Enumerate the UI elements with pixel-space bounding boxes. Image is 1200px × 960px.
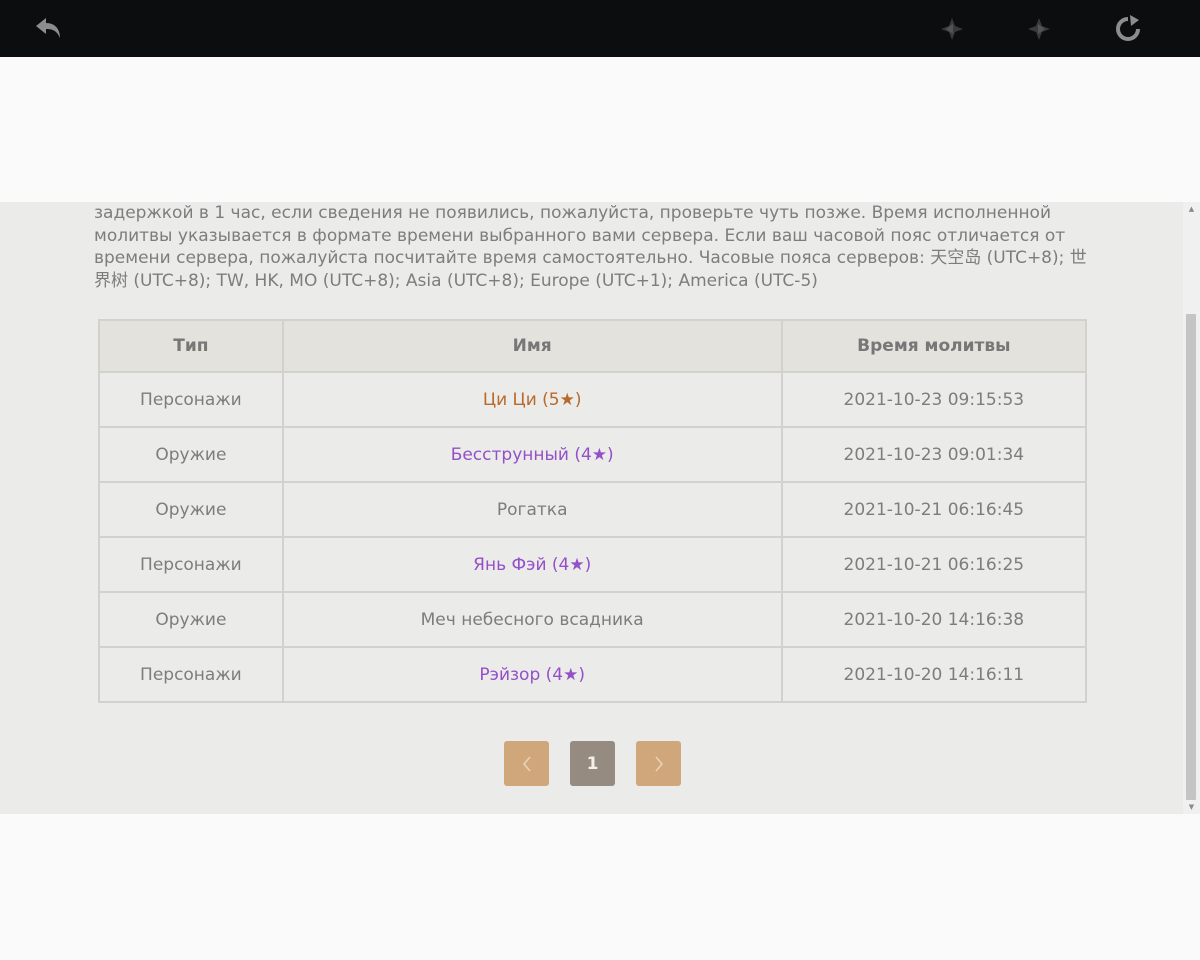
refresh-button[interactable]	[1111, 12, 1145, 46]
cell-type: Оружие	[98, 481, 284, 538]
cell-item-name: Рогатка	[281, 481, 783, 538]
cell-type: Оружие	[98, 426, 284, 483]
diamond-next-icon	[1028, 18, 1050, 40]
cell-time: 2021-10-23 09:01:34	[780, 426, 1088, 483]
cell-time: 2021-10-20 14:16:38	[780, 591, 1088, 648]
gacha-history-panel: задержкой в 1 час, если сведения не появ…	[0, 202, 1200, 814]
vertical-scrollbar[interactable]: ▲ ▼	[1183, 202, 1200, 814]
column-header-type: Тип	[98, 319, 284, 373]
pagination-prev-button[interactable]	[504, 741, 549, 786]
table-row: Оружие Рогатка 2021-10-21 06:16:45	[98, 481, 1088, 538]
table-header-row: Тип Имя Время молитвы	[98, 319, 1088, 373]
cell-type: Персонажи	[98, 371, 284, 428]
browser-toolbar	[0, 0, 1200, 57]
chevron-right-icon	[654, 755, 663, 772]
cell-item-name: Янь Фэй (4★)	[281, 536, 783, 593]
back-button[interactable]	[32, 12, 66, 46]
pagination-next-button[interactable]	[636, 741, 681, 786]
table-row: Оружие Меч небесного всадника 2021-10-20…	[98, 591, 1088, 648]
table-row: Персонажи Янь Фэй (4★) 2021-10-21 06:16:…	[98, 536, 1088, 593]
cell-type: Персонажи	[98, 646, 284, 703]
table-row: Персонажи Ци Ци (5★) 2021-10-23 09:15:53	[98, 371, 1088, 428]
cell-time: 2021-10-20 14:16:11	[780, 646, 1088, 703]
column-header-name: Имя	[281, 319, 783, 373]
scroll-thumb[interactable]	[1186, 314, 1196, 800]
chevron-left-icon	[522, 755, 531, 772]
cell-item-name: Ци Ци (5★)	[281, 371, 783, 428]
back-arrow-icon	[36, 18, 60, 38]
next-button[interactable]	[1022, 12, 1056, 46]
cell-time: 2021-10-21 06:16:45	[780, 481, 1088, 538]
cell-type: Оружие	[98, 591, 284, 648]
column-header-time: Время молитвы	[780, 319, 1088, 373]
refresh-icon	[1116, 15, 1140, 41]
diamond-prev-icon	[941, 18, 963, 40]
cell-time: 2021-10-21 06:16:25	[780, 536, 1088, 593]
scroll-up-arrow-icon[interactable]: ▲	[1183, 202, 1200, 216]
pagination-current-page[interactable]: 1	[570, 741, 615, 786]
cell-item-name: Меч небесного всадника	[281, 591, 783, 648]
table-row: Персонажи Рэйзор (4★) 2021-10-20 14:16:1…	[98, 646, 1088, 703]
timezone-notice: задержкой в 1 час, если сведения не появ…	[94, 203, 1087, 291]
cell-type: Персонажи	[98, 536, 284, 593]
cell-item-name: Бесструнный (4★)	[281, 426, 783, 483]
cell-time: 2021-10-23 09:15:53	[780, 371, 1088, 428]
wish-history-table: Тип Имя Время молитвы Персонажи Ци Ци (5…	[98, 319, 1088, 703]
table-row: Оружие Бесструнный (4★) 2021-10-23 09:01…	[98, 426, 1088, 483]
scroll-down-arrow-icon[interactable]: ▼	[1183, 800, 1200, 814]
page-header-area	[0, 57, 1200, 202]
prev-button[interactable]	[935, 12, 969, 46]
cell-item-name: Рэйзор (4★)	[281, 646, 783, 703]
